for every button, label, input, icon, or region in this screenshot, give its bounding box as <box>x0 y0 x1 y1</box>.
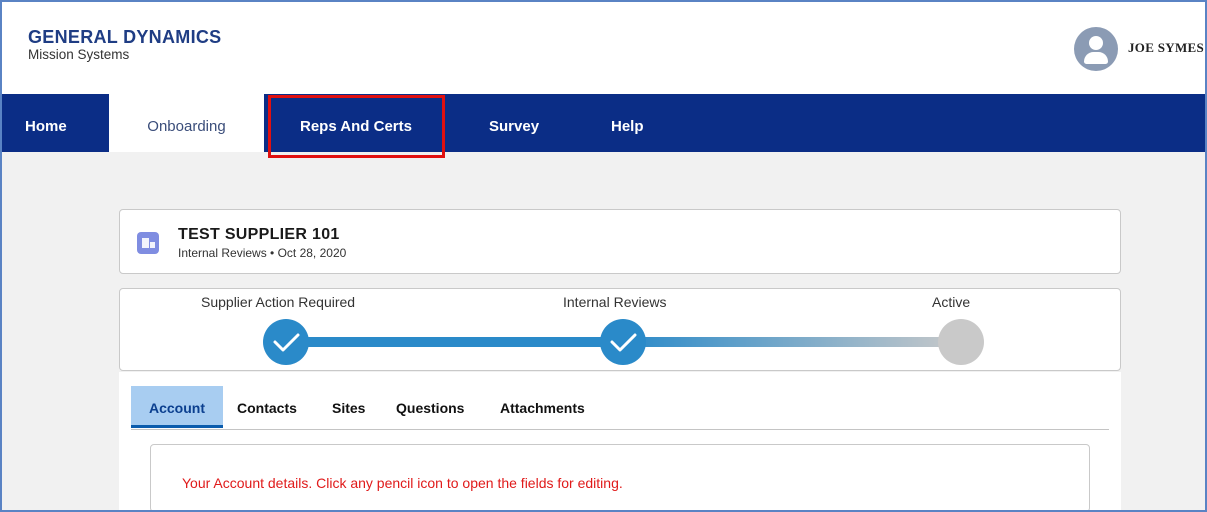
nav-item-reps-and-certs[interactable]: Reps And Certs <box>300 94 412 152</box>
tab-contacts[interactable]: Contacts <box>237 386 297 428</box>
record-title: TEST SUPPLIER 101 <box>178 226 340 243</box>
record-tabs-panel: Account Contacts Sites Questions Attachm… <box>119 372 1121 510</box>
tab-attachments[interactable]: Attachments <box>500 386 585 428</box>
record-subtitle: Internal Reviews • Oct 28, 2020 <box>178 246 347 260</box>
record-header-card: TEST SUPPLIER 101 Internal Reviews • Oct… <box>119 209 1121 274</box>
logo-main-text: GENERAL DYNAMICS <box>28 27 222 47</box>
account-details-box: Your Account details. Click any pencil i… <box>150 444 1090 510</box>
stage-connector-2 <box>624 337 964 347</box>
nav-item-help[interactable]: Help <box>611 94 644 152</box>
main-nav: Home Onboarding Reps And Certs Survey He… <box>2 94 1205 152</box>
account-record-icon <box>137 232 159 254</box>
tab-divider <box>131 429 1109 430</box>
stage-complete-check-icon[interactable] <box>263 319 309 365</box>
tab-sites[interactable]: Sites <box>332 386 365 428</box>
site-header: GENERAL DYNAMICS Mission Systems JOE SYM… <box>2 2 1205 94</box>
user-name[interactable]: JOE SYMES <box>1128 40 1204 56</box>
tab-account[interactable]: Account <box>131 386 223 428</box>
nav-item-home[interactable]: Home <box>25 94 67 152</box>
user-avatar-icon[interactable] <box>1074 27 1118 71</box>
company-logo[interactable]: GENERAL DYNAMICS Mission Systems <box>28 28 221 62</box>
nav-item-onboarding[interactable]: Onboarding <box>109 94 264 152</box>
stage-path-card: Supplier Action Required Internal Review… <box>119 288 1121 371</box>
stage-path-graphic <box>263 319 984 365</box>
account-hint-text: Your Account details. Click any pencil i… <box>182 475 623 491</box>
logo-sub-text: Mission Systems <box>28 47 130 62</box>
nav-item-survey[interactable]: Survey <box>489 94 539 152</box>
stage-complete-check-icon-2[interactable] <box>600 319 646 365</box>
app-frame: GENERAL DYNAMICS Mission Systems JOE SYM… <box>0 0 1207 512</box>
stage-incomplete-circle-icon[interactable] <box>938 319 984 365</box>
tab-questions[interactable]: Questions <box>396 386 464 428</box>
stage-connector-1 <box>282 337 624 347</box>
